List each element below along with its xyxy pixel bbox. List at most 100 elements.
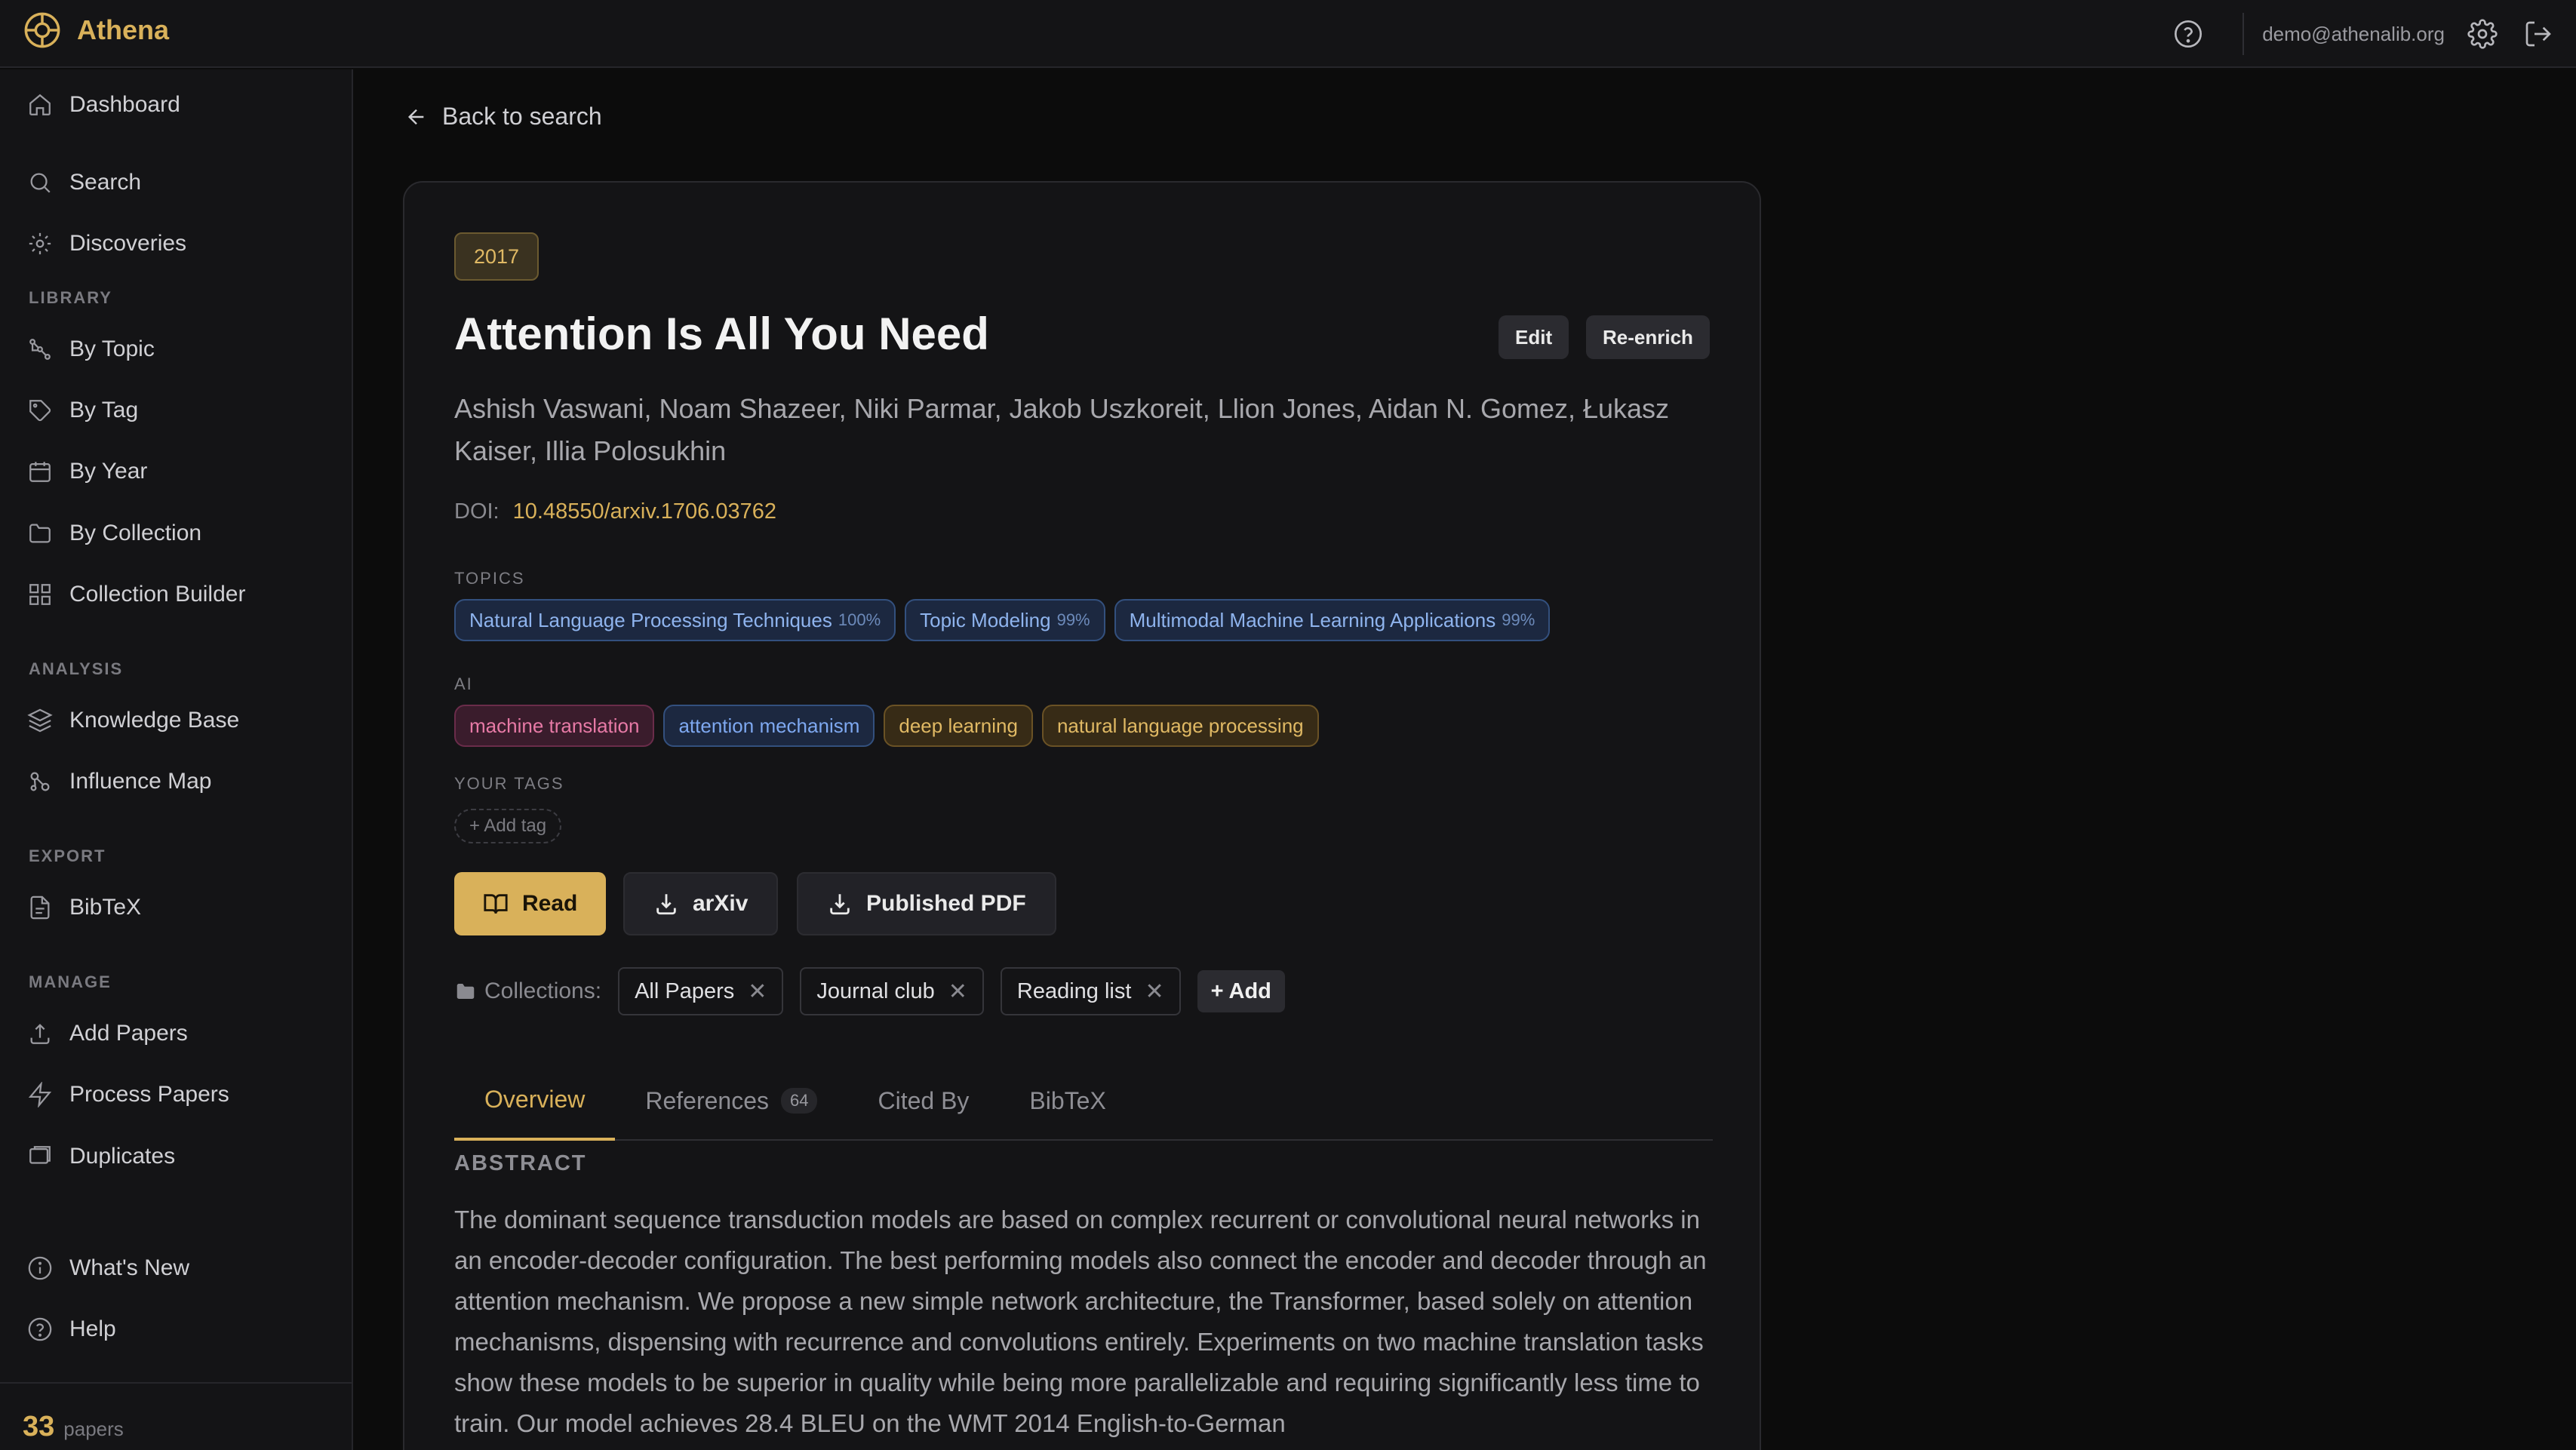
ai-tag-chip[interactable]: natural language processing	[1041, 705, 1319, 747]
sidebar-item-search[interactable]: Search	[27, 161, 141, 204]
ai-tag-chip[interactable]: attention mechanism	[663, 705, 875, 747]
sidebar-item-label: Add Papers	[69, 1021, 188, 1046]
read-button[interactable]: Read	[454, 872, 607, 935]
paper-count-label: papers	[63, 1418, 124, 1440]
re-enrich-button[interactable]: Re-enrich	[1586, 315, 1710, 359]
tab-label: BibTeX	[1029, 1086, 1106, 1114]
brand[interactable]: Athena	[23, 11, 169, 50]
sidebar-item-label: Dashboard	[69, 92, 180, 117]
your-tags-label: YOUR TAGS	[454, 774, 564, 793]
add-tag-button[interactable]: + Add tag	[454, 809, 562, 843]
arxiv-button-label: arXiv	[693, 891, 749, 916]
info-circle-icon	[28, 1256, 52, 1280]
sidebar-item-label: Influence Map	[69, 769, 212, 794]
sidebar-item-collection-builder[interactable]: Collection Builder	[27, 573, 245, 616]
doi-label: DOI:	[454, 499, 500, 524]
sidebar-item-process-papers[interactable]: Process Papers	[27, 1074, 229, 1116]
user-email[interactable]: demo@athenalib.org	[2262, 23, 2445, 46]
topics-label: TOPICS	[454, 569, 525, 588]
paper-count: 33 papers	[23, 1411, 124, 1443]
tag-icon	[29, 400, 51, 422]
topic-chip[interactable]: Natural Language Processing Techniques 10…	[454, 599, 896, 641]
topic-chips: Natural Language Processing Techniques 10…	[454, 599, 1551, 641]
arxiv-download-button[interactable]: arXiv	[623, 872, 779, 935]
athena-logo-icon	[24, 12, 60, 48]
topic-name: Natural Language Processing Techniques	[469, 608, 832, 631]
top-bar: Athena demo@athenalib.org	[0, 0, 2576, 68]
add-collection-button[interactable]: + Add	[1197, 970, 1285, 1012]
file-text-icon	[30, 895, 50, 920]
paper-authors: Ashish Vaswani, Noam Shazeer, Niki Parma…	[454, 393, 1670, 466]
sidebar-item-whats-new[interactable]: What's New	[27, 1247, 189, 1289]
sidebar-item-knowledge-base[interactable]: Knowledge Base	[27, 699, 239, 742]
ai-tag-chip[interactable]: deep learning	[884, 705, 1033, 747]
sidebar-item-label: Collection Builder	[69, 582, 246, 607]
sidebar-item-by-collection[interactable]: By Collection	[27, 512, 201, 555]
close-icon[interactable]: ✕	[748, 978, 767, 1005]
ai-tags-label: AI	[454, 674, 473, 693]
tab-overview[interactable]: Overview	[454, 1061, 616, 1141]
topic-chip[interactable]: Topic Modeling 99%	[905, 599, 1105, 641]
app-name: Athena	[77, 14, 170, 45]
sidebar-item-label: By Topic	[69, 336, 155, 361]
gear-icon[interactable]	[2467, 19, 2498, 49]
doi-link[interactable]: 10.48550/arxiv.1706.03762	[513, 499, 776, 524]
sidebar-item-label: Search	[69, 170, 142, 195]
edit-button[interactable]: Edit	[1499, 315, 1569, 359]
sidebar-item-by-topic[interactable]: By Topic	[27, 328, 155, 370]
sidebar-item-bibtex[interactable]: BibTeX	[27, 886, 141, 929]
influence-map-icon	[30, 772, 50, 791]
duplicate-icon	[29, 1146, 51, 1164]
sidebar-item-label: Process Papers	[69, 1082, 229, 1107]
sidebar-item-dashboard[interactable]: Dashboard	[27, 84, 180, 126]
search-icon	[30, 173, 51, 193]
close-icon[interactable]: ✕	[1145, 978, 1164, 1005]
sidebar-item-label: By Tag	[69, 398, 139, 422]
published-pdf-button-label: Published PDF	[866, 891, 1026, 916]
references-count-badge: 64	[781, 1088, 818, 1114]
tab-label: References	[645, 1086, 769, 1114]
topic-score: 99%	[1502, 610, 1535, 629]
logout-icon[interactable]	[2523, 19, 2553, 49]
ai-tag-chip[interactable]: machine translation	[454, 705, 655, 747]
sparkle-icon	[29, 232, 51, 255]
tab-references[interactable]: References 64	[615, 1061, 847, 1141]
topic-score: 100%	[838, 610, 881, 629]
doi: DOI: 10.48550/arxiv.1706.03762	[454, 499, 776, 524]
home-icon	[29, 94, 51, 115]
tab-bibtex[interactable]: BibTeX	[999, 1061, 1136, 1141]
collections-row: Collections: All Papers ✕ Journal club ✕…	[454, 967, 1285, 1015]
collection-chip[interactable]: Reading list ✕	[1000, 967, 1181, 1015]
topic-name: Topic Modeling	[920, 608, 1051, 631]
topic-chip[interactable]: Multimodal Machine Learning Applications…	[1114, 599, 1551, 641]
close-icon[interactable]: ✕	[948, 978, 967, 1005]
sidebar-item-add-papers[interactable]: Add Papers	[27, 1012, 188, 1055]
collection-chip[interactable]: Journal club ✕	[800, 967, 984, 1015]
folder-icon	[29, 524, 51, 543]
year-badge[interactable]: 2017	[454, 232, 539, 281]
sidebar: Dashboard Search Discoveries LIBRARY By …	[0, 69, 353, 1450]
help-circle-icon[interactable]	[2173, 19, 2203, 49]
grid-icon	[29, 584, 51, 605]
collections-label-group: Collections:	[454, 978, 601, 1004]
sidebar-item-discoveries[interactable]: Discoveries	[27, 223, 186, 265]
read-button-label: Read	[522, 891, 578, 916]
collection-name: Reading list	[1016, 978, 1132, 1003]
paper-title: Attention Is All You Need	[454, 309, 989, 359]
sidebar-item-duplicates[interactable]: Duplicates	[27, 1135, 175, 1178]
layers-icon	[27, 708, 53, 733]
sidebar-item-influence-map[interactable]: Influence Map	[27, 760, 211, 803]
collection-chip[interactable]: All Papers ✕	[618, 967, 784, 1015]
section-label-library: LIBRARY	[29, 288, 112, 307]
abstract-text: The dominant sequence transduction model…	[454, 1206, 1707, 1437]
lightning-icon	[28, 1082, 52, 1107]
sidebar-item-by-tag[interactable]: By Tag	[27, 389, 138, 432]
tab-label: Cited By	[878, 1086, 970, 1114]
back-to-search-link[interactable]: Back to search	[404, 103, 602, 131]
sidebar-item-help[interactable]: Help	[27, 1308, 116, 1350]
tab-cited-by[interactable]: Cited By	[847, 1061, 999, 1141]
sidebar-item-label: BibTeX	[69, 895, 142, 920]
published-pdf-button[interactable]: Published PDF	[797, 872, 1056, 935]
paper-detail-card: 2017 Attention Is All You Need Edit Re-e…	[403, 181, 1761, 1450]
sidebar-item-by-year[interactable]: By Year	[27, 450, 147, 493]
